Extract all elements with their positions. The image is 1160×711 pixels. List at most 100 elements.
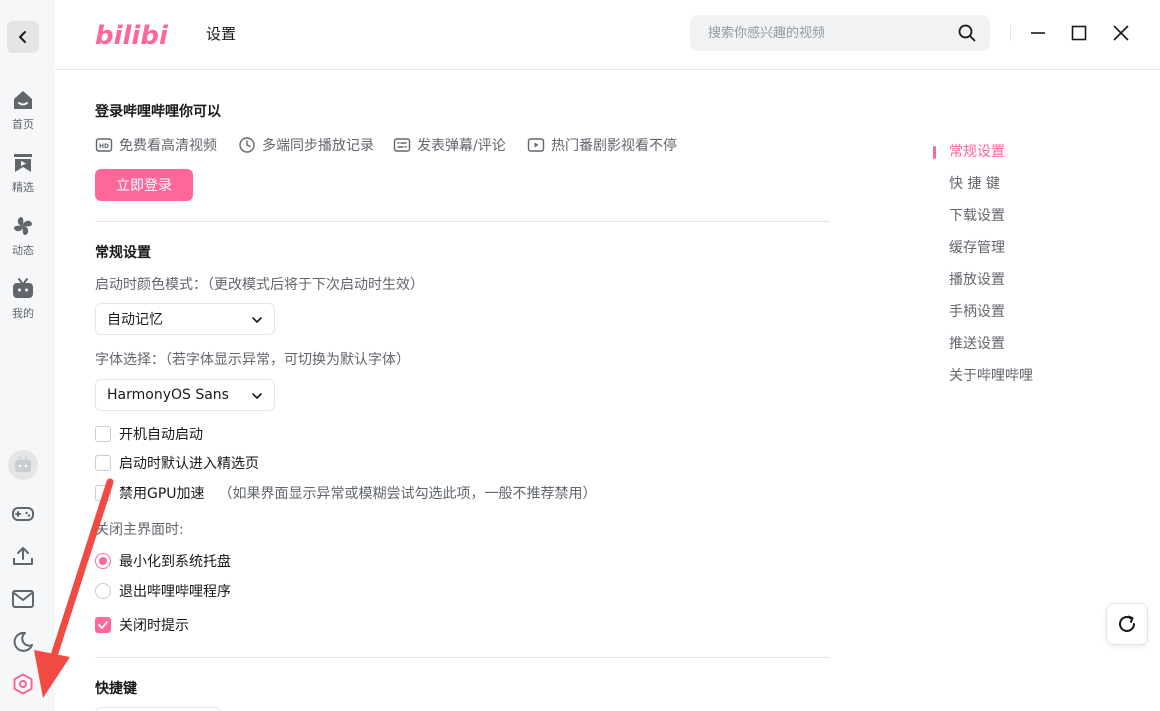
- autostart-checkbox[interactable]: [95, 426, 111, 442]
- maximize-icon: [1071, 25, 1087, 41]
- disable-gpu-checkbox-row[interactable]: 禁用GPU加速 （如果界面显示异常或模糊尝试勾选此项，一般不推荐禁用）: [95, 483, 597, 503]
- divider: [95, 221, 830, 222]
- shortcuts-section-title: 快捷键: [95, 681, 137, 697]
- home-icon: [14, 91, 32, 109]
- app-window: 首页 精选 动态 我的 bilibi 设置 搜索你感兴趣的视频 登录哔哩哔哩你可…: [0, 0, 1160, 711]
- perk-label: 发表弹幕/评论: [417, 138, 506, 154]
- gpu-hint: （如果界面显示异常或模糊尝试勾选此项，一般不推荐禁用）: [218, 486, 597, 502]
- login-section-title: 登录哔哩哔哩你可以: [95, 104, 221, 120]
- perk-label: 免费看高清视频: [119, 138, 217, 154]
- general-section-title: 常规设置: [95, 245, 151, 261]
- search-icon[interactable]: [958, 24, 976, 42]
- nav-label-home: 首页: [12, 118, 34, 131]
- settings-button[interactable]: [8, 669, 38, 699]
- disable-gpu-checkbox[interactable]: [95, 485, 111, 501]
- gamepad-icon: [12, 507, 34, 521]
- color-mode-label: 启动时颜色模式：（更改模式后将于下次启动时生效）: [95, 277, 424, 293]
- toc-item-cache[interactable]: 缓存管理: [933, 236, 1073, 268]
- header: bilibili 设置: [55, 0, 1160, 70]
- nav-item-mine[interactable]: 我的: [0, 277, 46, 321]
- moon-icon: [13, 631, 33, 652]
- avatar[interactable]: [8, 450, 38, 480]
- checkbox-label: 关闭时提示: [119, 618, 189, 634]
- upload-button[interactable]: [8, 541, 38, 571]
- avatar-icon: [8, 450, 38, 480]
- autostart-checkbox-row[interactable]: 开机自动启动: [95, 424, 203, 444]
- chevron-left-icon: [19, 31, 26, 43]
- close-prompt-checkbox[interactable]: [95, 617, 111, 633]
- search-input[interactable]: [690, 15, 950, 51]
- font-value: HarmonyOS Sans: [107, 387, 229, 403]
- svg-text:HD: HD: [99, 143, 109, 150]
- perk-label: 多端同步播放记录: [262, 138, 374, 154]
- toc-item-playback[interactable]: 播放设置: [933, 268, 1073, 300]
- header-divider: [1010, 25, 1011, 41]
- close-prompt-checkbox-row[interactable]: 关闭时提示: [95, 615, 189, 635]
- bilibili-logo[interactable]: bilibili: [95, 15, 169, 51]
- close-button[interactable]: [1108, 20, 1134, 46]
- maximize-button[interactable]: [1066, 20, 1092, 46]
- toc-item-download[interactable]: 下载设置: [933, 204, 1073, 236]
- tv-icon: [13, 278, 33, 298]
- color-mode-value: 自动记忆: [107, 312, 163, 328]
- shortcut-field[interactable]: [95, 707, 221, 711]
- checkbox-label: 启动时默认进入精选页: [119, 456, 259, 472]
- divider: [95, 657, 830, 658]
- default-featured-checkbox[interactable]: [95, 455, 111, 471]
- checkbox-label: 开机自动启动: [119, 427, 203, 443]
- refresh-icon: [1119, 615, 1135, 632]
- radio-label: 退出哔哩哔哩程序: [119, 584, 231, 600]
- nav-label-mine: 我的: [12, 307, 34, 320]
- play-icon: [527, 138, 545, 152]
- minimize-icon: [1031, 32, 1045, 34]
- settings-content: 登录哔哩哔哩你可以 HD 免费看高清视频 多端同步播放记录 发表弹幕/评论 热门…: [95, 71, 830, 711]
- messages-button[interactable]: [8, 584, 38, 614]
- nav-label-featured: 精选: [12, 181, 34, 194]
- toc-item-about[interactable]: 关于哔哩哔哩: [933, 364, 1073, 396]
- close-icon: [1113, 25, 1129, 41]
- clock-icon: [239, 137, 255, 153]
- checkbox-label: 禁用GPU加速: [119, 486, 205, 502]
- theme-button[interactable]: [8, 627, 38, 657]
- upload-icon: [13, 547, 33, 565]
- minimize-tray-radio-row[interactable]: 最小化到系统托盘: [95, 551, 231, 571]
- toc-item-push[interactable]: 推送设置: [933, 332, 1073, 364]
- game-button[interactable]: [8, 498, 38, 528]
- color-mode-select[interactable]: 自动记忆: [95, 303, 275, 335]
- radio-label: 最小化到系统托盘: [119, 554, 231, 570]
- perk-hd: HD 免费看高清视频: [95, 135, 217, 155]
- page-title: 设置: [206, 25, 237, 43]
- perk-danmaku: 发表弹幕/评论: [393, 135, 506, 155]
- perk-label: 热门番剧影视看不停: [551, 138, 677, 154]
- nav-label-dynamic: 动态: [12, 244, 34, 257]
- toc-item-general[interactable]: 常规设置: [933, 140, 1073, 172]
- back-button[interactable]: [7, 21, 39, 53]
- login-button[interactable]: 立即登录: [95, 169, 193, 201]
- perk-sync: 多端同步播放记录: [238, 135, 374, 155]
- exit-app-radio[interactable]: [95, 583, 111, 599]
- toc-item-shortcuts[interactable]: 快 捷 键: [933, 172, 1073, 204]
- minimize-tray-radio[interactable]: [95, 553, 111, 569]
- exit-app-radio-row[interactable]: 退出哔哩哔哩程序: [95, 581, 231, 601]
- nav-item-home[interactable]: 首页: [0, 88, 46, 132]
- perk-bangumi: 热门番剧影视看不停: [527, 135, 677, 155]
- chevron-down-icon: [252, 393, 262, 399]
- toc-item-gamepad[interactable]: 手柄设置: [933, 300, 1073, 332]
- featured-icon: [14, 154, 32, 172]
- search-box: [690, 15, 990, 51]
- pinwheel-icon: [14, 217, 32, 235]
- nav-item-dynamic[interactable]: 动态: [0, 214, 46, 258]
- refresh-button[interactable]: [1106, 603, 1148, 645]
- chevron-down-icon: [252, 317, 262, 323]
- default-featured-checkbox-row[interactable]: 启动时默认进入精选页: [95, 453, 259, 473]
- svg-text:bilibili: bilibili: [95, 21, 169, 51]
- left-sidebar: 首页 精选 动态 我的: [0, 0, 55, 711]
- font-label: 字体选择：（若字体显示异常，可切换为默认字体）: [95, 352, 410, 368]
- danmaku-icon: [393, 138, 411, 152]
- nav-item-featured[interactable]: 精选: [0, 151, 46, 195]
- close-behavior-label: 关闭主界面时:: [95, 522, 184, 538]
- mail-icon: [12, 590, 34, 608]
- minimize-button[interactable]: [1025, 20, 1051, 46]
- hd-icon: HD: [95, 138, 113, 152]
- font-select[interactable]: HarmonyOS Sans: [95, 379, 275, 411]
